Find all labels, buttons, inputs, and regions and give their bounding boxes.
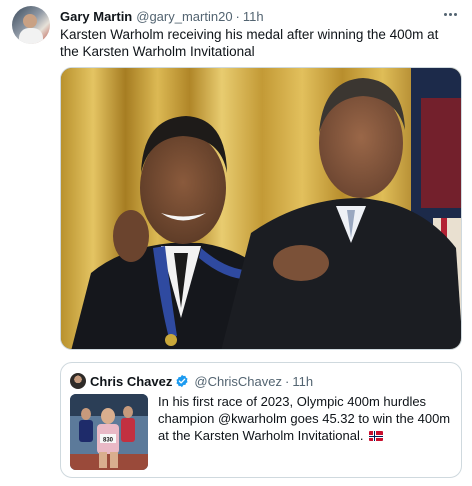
quoted-tweet-thumbnail[interactable]: 830 [70, 394, 148, 470]
medal-ceremony-image [61, 68, 461, 349]
tweet-timestamp[interactable]: 11h [243, 9, 264, 24]
quoted-author-display-name[interactable]: Chris Chavez [90, 374, 172, 389]
quoted-tweet-header: Chris Chavez @ChrisChavez · 11h [70, 372, 313, 390]
norway-flag-icon [369, 431, 384, 441]
tweet-text: Karsten Warholm receiving his medal afte… [60, 27, 439, 59]
author-display-name[interactable]: Gary Martin [60, 9, 132, 24]
quoted-author-handle[interactable]: @ChrisChavez [194, 374, 282, 389]
avatar-figure-head [23, 14, 37, 28]
quoted-tweet-text: In his first race of 2023, Olympic 400m … [158, 393, 454, 444]
bib-number: 830 [103, 438, 114, 444]
quoted-author-avatar[interactable] [70, 373, 86, 389]
quoted-header-separator: · [285, 373, 290, 389]
tweet-header: Gary Martin @gary_martin20 · 11h [60, 7, 264, 25]
tweet[interactable]: Gary Martin @gary_martin20 · 11h Karsten… [0, 0, 472, 486]
avatar-figure-body [19, 28, 43, 44]
author-handle[interactable]: @gary_martin20 [136, 9, 232, 24]
header-separator: · [235, 8, 240, 24]
quoted-tweet[interactable]: Chris Chavez @ChrisChavez · 11h 830 In h… [60, 362, 462, 478]
quoted-tweet-timestamp[interactable]: 11h [292, 374, 313, 389]
author-avatar[interactable] [12, 6, 50, 44]
more-horizontal-icon[interactable] [440, 6, 460, 22]
tweet-photo[interactable] [60, 67, 462, 350]
quoted-tweet-text-body: In his first race of 2023, Olympic 400m … [158, 394, 451, 443]
runner-thumbnail-image: 830 [70, 394, 148, 470]
verified-badge-icon [176, 374, 188, 388]
